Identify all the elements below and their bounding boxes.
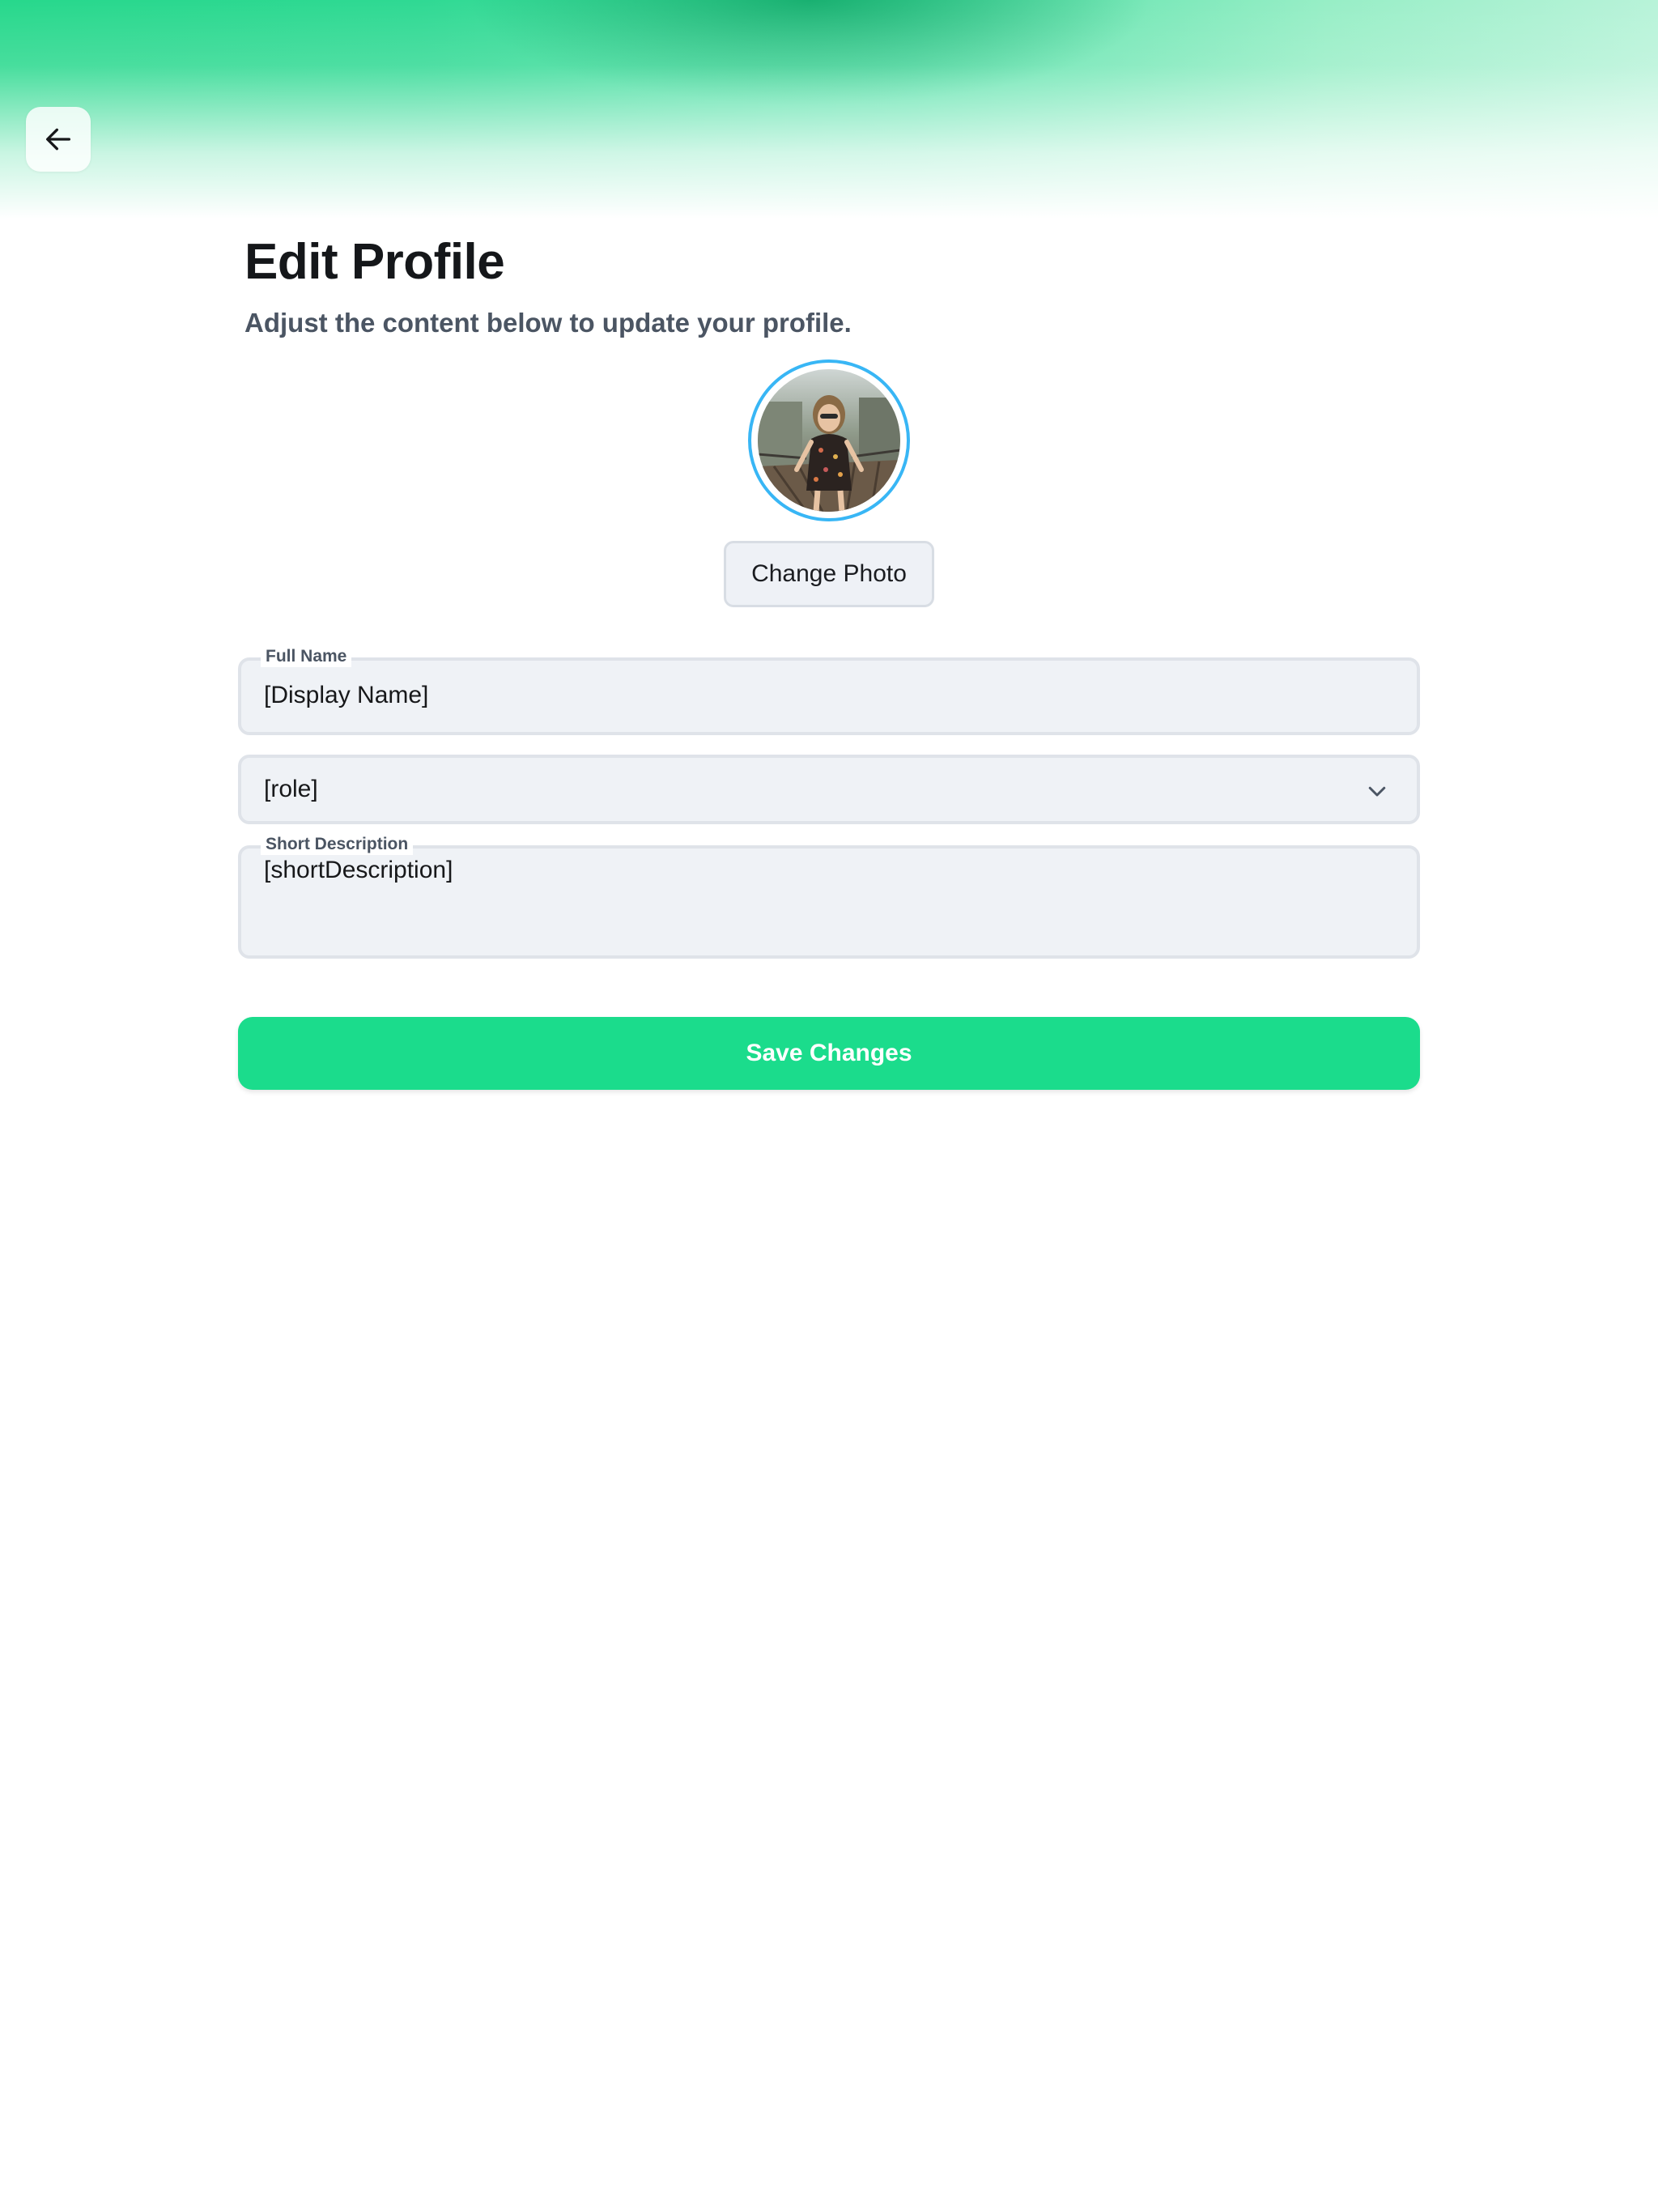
page-subtitle: Adjust the content below to update your … bbox=[244, 308, 852, 338]
full-name-field[interactable]: Full Name [Display Name] bbox=[238, 646, 1420, 735]
short-description-label: Short Description bbox=[261, 834, 414, 855]
full-name-label: Full Name bbox=[261, 646, 352, 667]
save-changes-button[interactable]: Save Changes bbox=[238, 1017, 1420, 1090]
change-photo-button[interactable]: Change Photo bbox=[724, 541, 934, 607]
avatar-photo bbox=[758, 369, 900, 512]
role-select[interactable]: [role] bbox=[238, 755, 1420, 824]
full-name-value: [Display Name] bbox=[264, 682, 429, 708]
short-description-value: [shortDescription] bbox=[264, 857, 453, 883]
chevron-down-icon bbox=[1368, 786, 1386, 797]
page-title: Edit Profile bbox=[244, 234, 505, 290]
short-description-field[interactable]: Short Description [shortDescription] bbox=[238, 834, 1420, 959]
edit-profile-page: Edit Profile Adjust the content below to… bbox=[0, 0, 1658, 2212]
arrow-left-icon bbox=[46, 128, 71, 151]
role-value: [role] bbox=[264, 776, 318, 802]
avatar[interactable] bbox=[748, 359, 910, 521]
back-button[interactable] bbox=[26, 107, 91, 172]
header-fade bbox=[0, 0, 1658, 219]
